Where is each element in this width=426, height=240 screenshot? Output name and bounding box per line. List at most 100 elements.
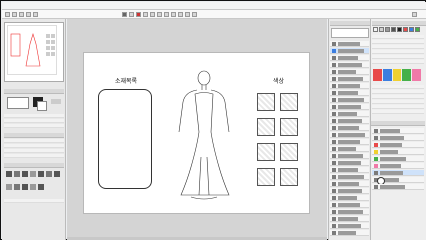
material-item[interactable] — [330, 146, 369, 152]
brush-size-row[interactable] — [4, 114, 64, 118]
quick-color[interactable] — [412, 69, 421, 81]
snap-icon[interactable] — [185, 12, 190, 17]
view-icon[interactable] — [192, 12, 197, 17]
color-chip[interactable] — [391, 27, 396, 32]
layer-property-row[interactable] — [372, 45, 424, 49]
material-item[interactable] — [330, 202, 369, 208]
layer-row[interactable] — [372, 135, 424, 141]
layer-row[interactable] — [372, 128, 424, 134]
layer-row[interactable] — [372, 163, 424, 169]
material-item[interactable] — [330, 125, 369, 131]
fill-icon[interactable] — [122, 12, 127, 17]
brush-preset[interactable] — [30, 171, 36, 177]
grid-icon[interactable] — [178, 12, 183, 17]
layer-row[interactable] — [372, 142, 424, 148]
material-item[interactable] — [330, 48, 369, 54]
material-item[interactable] — [330, 209, 369, 215]
brush-preset[interactable] — [22, 171, 28, 177]
stabilizer-row[interactable] — [4, 124, 64, 128]
material-item[interactable] — [330, 153, 369, 159]
material-item[interactable] — [330, 111, 369, 117]
material-item[interactable] — [330, 132, 369, 138]
subtool-row[interactable] — [4, 144, 64, 148]
save-icon[interactable] — [19, 12, 24, 17]
color-chip[interactable] — [415, 27, 420, 32]
brush-panel-header[interactable] — [4, 163, 64, 168]
material-item[interactable] — [330, 83, 369, 89]
material-item[interactable] — [330, 76, 369, 82]
minimize-icon[interactable] — [412, 12, 417, 17]
redo-icon[interactable] — [33, 12, 38, 17]
color-wheel[interactable] — [7, 97, 29, 109]
layer-property-row[interactable] — [372, 40, 424, 44]
layer-row[interactable] — [372, 170, 424, 176]
color-chip[interactable] — [373, 27, 378, 32]
brush-preset[interactable] — [14, 171, 20, 177]
brush-preset[interactable] — [22, 184, 28, 190]
sub-color-chip[interactable] — [37, 101, 47, 111]
open-file-icon[interactable] — [12, 12, 17, 17]
quick-color[interactable] — [392, 69, 402, 81]
color-chip[interactable] — [397, 27, 402, 32]
layer-setting-row[interactable] — [372, 100, 424, 104]
quick-color[interactable] — [382, 69, 392, 81]
layer-property-row[interactable] — [372, 55, 424, 59]
material-item[interactable] — [330, 90, 369, 96]
layer-setting-row[interactable] — [372, 110, 424, 114]
ruler-icon[interactable] — [171, 12, 176, 17]
material-item[interactable] — [330, 118, 369, 124]
material-item[interactable] — [330, 167, 369, 173]
brush-preset[interactable] — [54, 171, 60, 177]
color-icon[interactable] — [136, 12, 141, 17]
color-chip[interactable] — [385, 27, 390, 32]
transform-icon[interactable] — [143, 12, 148, 17]
brush-preset[interactable] — [46, 171, 52, 177]
brush-preset[interactable] — [30, 184, 36, 190]
material-item[interactable] — [330, 55, 369, 61]
material-item[interactable] — [330, 139, 369, 145]
brush-preset[interactable] — [6, 184, 12, 190]
material-item[interactable] — [330, 174, 369, 180]
subtool-row[interactable] — [4, 154, 64, 158]
tool-panel-header[interactable] — [4, 89, 64, 94]
layer-property-row[interactable] — [372, 60, 424, 64]
layer-property-row[interactable] — [372, 35, 424, 39]
brush-setting-row[interactable] — [4, 199, 64, 203]
color-toggle[interactable] — [51, 99, 61, 104]
quick-color[interactable] — [373, 69, 382, 81]
color-chip[interactable] — [409, 27, 414, 32]
color-panel-header[interactable] — [372, 21, 426, 26]
layer-property-row[interactable] — [372, 50, 424, 54]
rotate-icon[interactable] — [157, 12, 162, 17]
material-item[interactable] — [330, 188, 369, 194]
material-item[interactable] — [330, 69, 369, 75]
color-chip[interactable] — [403, 27, 408, 32]
material-item[interactable] — [330, 104, 369, 110]
material-item[interactable] — [330, 195, 369, 201]
layer-row[interactable] — [372, 156, 424, 162]
layer-setting-row[interactable] — [372, 105, 424, 109]
hand-icon[interactable] — [164, 12, 169, 17]
material-item[interactable] — [330, 160, 369, 166]
material-item[interactable] — [330, 216, 369, 222]
layer-setting-row[interactable] — [372, 90, 424, 94]
brush-preset[interactable] — [38, 171, 44, 177]
zoom-icon[interactable] — [150, 12, 155, 17]
undo-icon[interactable] — [26, 12, 31, 17]
select-icon[interactable] — [129, 12, 134, 17]
material-item[interactable] — [330, 181, 369, 187]
material-item[interactable] — [330, 97, 369, 103]
material-item[interactable] — [330, 230, 369, 236]
material-item[interactable] — [330, 62, 369, 68]
new-file-icon[interactable] — [5, 12, 10, 17]
layer-row[interactable] — [372, 149, 424, 155]
brush-preset[interactable] — [14, 184, 20, 190]
subtool-panel-header[interactable] — [4, 133, 64, 138]
material-panel-header[interactable] — [330, 21, 370, 26]
subtool-row[interactable] — [4, 139, 64, 143]
layer-row[interactable] — [372, 184, 424, 190]
layers-header[interactable] — [371, 121, 425, 126]
quick-color[interactable] — [402, 69, 412, 81]
color-chip[interactable] — [379, 27, 384, 32]
brush-preset[interactable] — [6, 171, 12, 177]
